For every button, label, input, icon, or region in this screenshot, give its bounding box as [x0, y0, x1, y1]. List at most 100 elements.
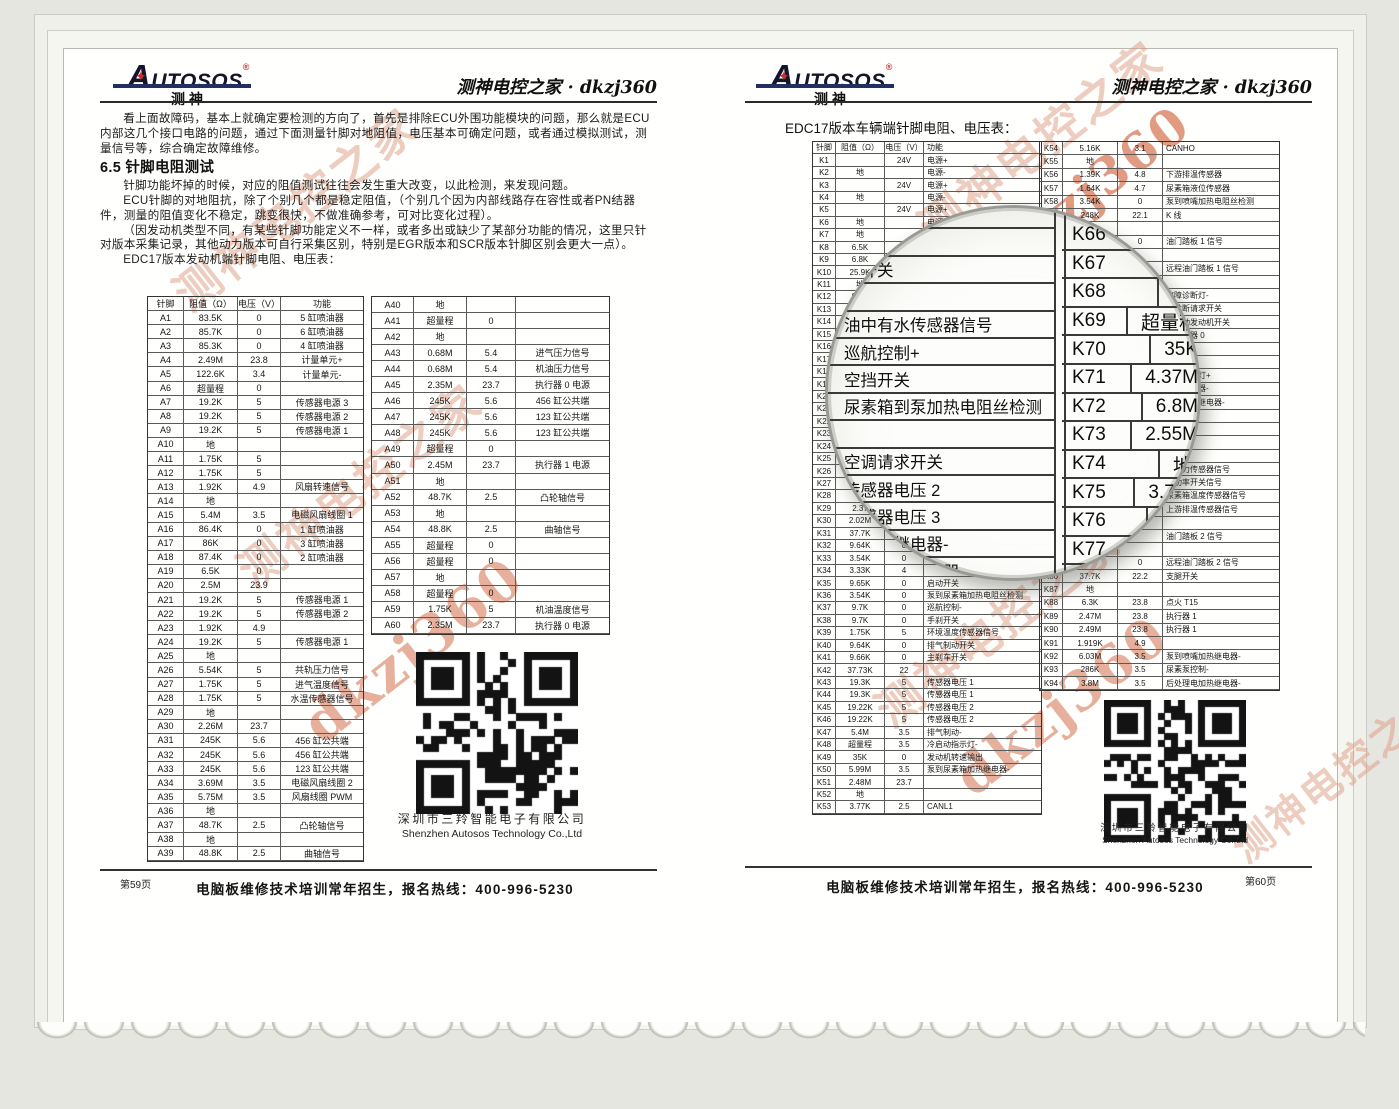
magnified-pin-value: 2.55M	[1132, 422, 1198, 449]
table-row: A40地	[372, 297, 609, 313]
table-cell: 发动机转速输出	[924, 751, 1041, 763]
magnified-pin-row: K765.16	[1062, 508, 1198, 537]
table-cell: 9.7K	[836, 615, 885, 627]
magnified-pin-label: K71	[1062, 365, 1132, 392]
table-cell: A53	[372, 506, 414, 522]
table-cell	[924, 789, 1041, 801]
table-cell: 19.3K	[836, 677, 885, 689]
table-cell: 水温传感器信号	[281, 692, 363, 706]
table-row: A5248.7K2.5凸轮轴信号	[372, 490, 609, 506]
table-cell: 23.8	[1118, 624, 1163, 637]
table-cell: A13	[148, 480, 184, 494]
table-row: A1786K03 缸喷油器	[148, 537, 363, 551]
table-cell: 电源+	[924, 179, 1041, 191]
table-cell: 35K	[836, 751, 885, 763]
table-cell: 0.68M	[414, 361, 467, 377]
table-cell	[281, 382, 363, 396]
table-cell: 19.22K	[836, 714, 885, 726]
table-cell: 5.6	[238, 734, 281, 748]
table-cell: 地	[414, 297, 467, 313]
table-cell: 23.8	[238, 353, 281, 367]
table-cell: 1.75K	[184, 466, 238, 480]
table-cell: 245K	[414, 409, 467, 425]
star-icon: ✦	[135, 68, 147, 85]
table-cell: A41	[372, 313, 414, 329]
table-cell: 计量单元-	[281, 367, 363, 381]
magnified-function-row: 油中有水传感器信号	[828, 312, 1056, 339]
table-cell: A55	[372, 538, 414, 554]
magnifier-overlay: 能开关开关器开关油中有水传感器信号巡航控制+空挡开关尿素箱到泵加热电阻丝检测空调…	[825, 205, 1201, 581]
table-cell: 245K	[414, 425, 467, 441]
table-row: K475.4M3.5排气制动-	[813, 727, 1041, 739]
table-cell: 9.66K	[836, 652, 885, 664]
table-cell: 23.7	[467, 618, 516, 634]
table-cell: 83.5K	[184, 311, 238, 325]
table-cell: 2.5	[885, 801, 924, 813]
table-cell: 3.5	[1118, 650, 1163, 663]
table-row: A502.45M23.7执行器 1 电源	[372, 457, 609, 473]
table-cell: 执行器 1 电源	[516, 457, 609, 473]
table-cell: A38	[148, 833, 184, 847]
table-cell: 地	[836, 167, 885, 179]
magnified-pin-row: K77地	[1062, 537, 1198, 566]
magnified-pin-row: K753.77K	[1062, 479, 1198, 508]
table-cell: K48	[813, 739, 836, 751]
table-row: A355.75M3.5风扇线圈 PWM	[148, 790, 363, 804]
table-cell: A43	[372, 345, 414, 361]
table-cell: 5.6	[467, 393, 516, 409]
table-row: K512.48M23.7	[813, 776, 1041, 788]
table-row: A202.5M23.9	[148, 579, 363, 593]
table-row: K93286K3.5尿素泵控制-	[1040, 664, 1279, 677]
table-cell: CANHO	[1163, 142, 1279, 155]
table-cell: 超量程	[414, 313, 467, 329]
table-cell: 执行器 0 电源	[516, 618, 609, 634]
table-cell: K44	[813, 689, 836, 701]
magnified-pin-label: K68	[1062, 279, 1159, 306]
table-row: K124V电源+	[813, 154, 1041, 166]
table-cell: A27	[148, 678, 184, 692]
table-cell: 传感器电压 1	[924, 677, 1041, 689]
table-cell	[281, 621, 363, 635]
magnified-pin-row: K67	[1062, 251, 1198, 280]
table-cell	[281, 706, 363, 720]
table-cell: 风扇转速信号	[281, 480, 363, 494]
table-cell: A45	[372, 377, 414, 393]
table-cell: 23.7	[238, 720, 281, 734]
table-cell	[467, 506, 516, 522]
table-cell: 5	[467, 602, 516, 618]
table-cell: A5	[148, 367, 184, 381]
table-cell: 地	[414, 506, 467, 522]
table-cell: A12	[148, 466, 184, 480]
table-cell	[281, 720, 363, 734]
table-cell: 泵到喷嘴加热继电器-	[1163, 650, 1279, 663]
table-cell	[1163, 637, 1279, 650]
magnified-pin-row: K69超量程	[1062, 308, 1198, 337]
table-row: A591.75K5机油温度信号	[372, 602, 609, 618]
table-cell: 4.9	[238, 621, 281, 635]
table-cell: A19	[148, 565, 184, 579]
table-cell	[516, 313, 609, 329]
logo-bar	[113, 84, 251, 88]
table-cell: 245K	[184, 748, 238, 762]
table-cell: A7	[148, 396, 184, 410]
table-cell: 1 缸喷油器	[281, 523, 363, 537]
table-cell: 23.7	[885, 776, 924, 788]
magnified-pin-row: K74地	[1062, 451, 1198, 480]
table-cell	[516, 554, 609, 570]
table-cell: 5.6	[238, 748, 281, 762]
table-cell: 地	[836, 789, 885, 801]
table-row: K324V电源+	[813, 179, 1041, 191]
table-cell: 48.8K	[184, 847, 238, 861]
table-cell: 地	[184, 804, 238, 818]
table-cell: A57	[372, 570, 414, 586]
table-row: A55超量程0	[372, 538, 609, 554]
table-row: 针脚阻值（Ω）电压（V）功能	[148, 297, 363, 311]
table-cell: 4.9	[1118, 637, 1163, 650]
table-cell: 0	[1118, 196, 1163, 209]
table-row: A46245K5.6456 缸公共端	[372, 393, 609, 409]
table-cell: 2.26M	[184, 720, 238, 734]
table-cell: 4.9	[238, 480, 281, 494]
table-cell: 5.99M	[836, 764, 885, 776]
table-row: K2地电源-	[813, 167, 1041, 179]
table-cell: 456 缸公共端	[516, 393, 609, 409]
